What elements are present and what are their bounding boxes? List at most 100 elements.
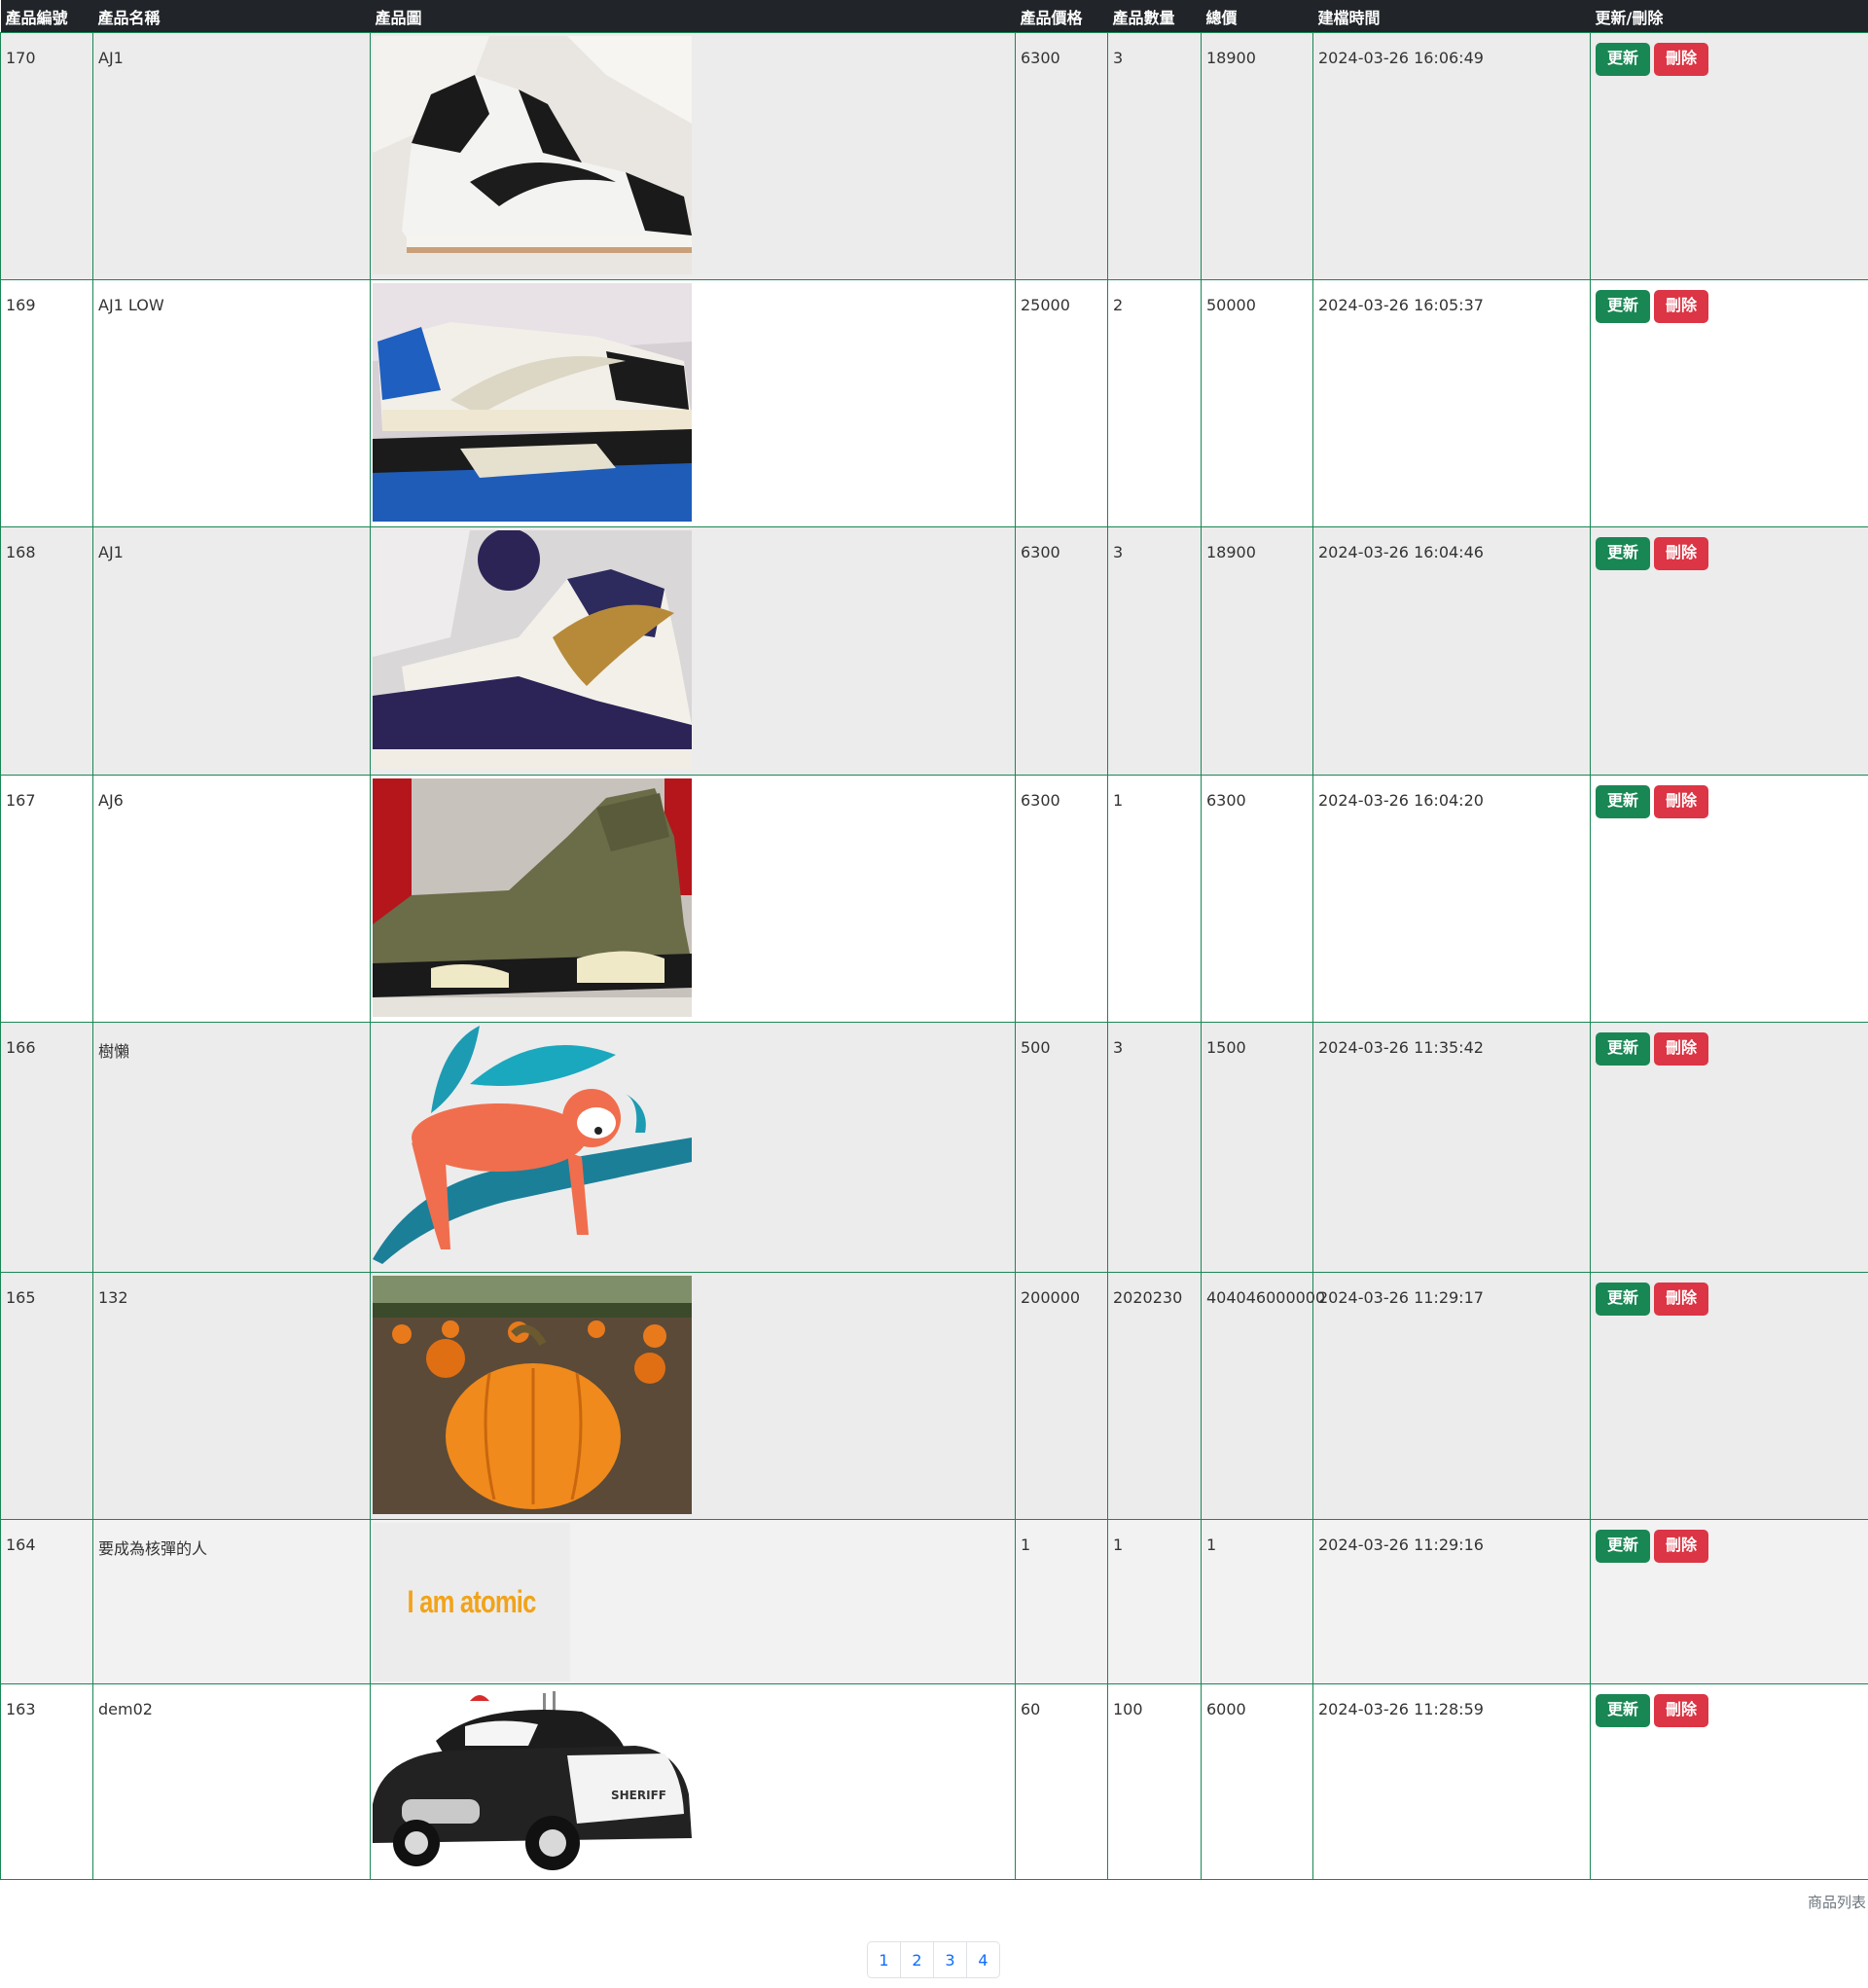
sneaker-olive-image — [373, 778, 692, 1017]
cell-price: 25000 — [1015, 279, 1108, 527]
table-row: 165 132 200000 2020230 404046000000 2024… — [0, 1272, 1868, 1520]
cell-id: 164 — [0, 1519, 93, 1684]
header-total: 總價 — [1201, 0, 1313, 33]
page-link-3[interactable]: 3 — [933, 1941, 967, 1978]
cell-id: 168 — [0, 526, 93, 776]
cell-id: 170 — [0, 32, 93, 280]
update-button[interactable]: 更新 — [1596, 1694, 1651, 1727]
cell-name: 要成為核彈的人 — [92, 1519, 371, 1684]
cell-actions: 更新 刪除 — [1590, 526, 1868, 776]
cell-image — [370, 32, 1016, 280]
header-price: 產品價格 — [1015, 0, 1108, 33]
header-image: 產品圖 — [370, 0, 1016, 33]
cell-qty: 1 — [1107, 1519, 1202, 1684]
cell-created: 2024-03-26 16:04:46 — [1312, 526, 1591, 776]
cell-qty: 1 — [1107, 775, 1202, 1023]
update-button[interactable]: 更新 — [1596, 1032, 1651, 1066]
cell-actions: 更新 刪除 — [1590, 32, 1868, 280]
header-id: 產品編號 — [0, 0, 93, 33]
cell-image — [370, 775, 1016, 1023]
cell-actions: 更新 刪除 — [1590, 775, 1868, 1023]
delete-button[interactable]: 刪除 — [1654, 1694, 1709, 1727]
cell-name: 樹懶 — [92, 1022, 371, 1273]
cell-qty: 3 — [1107, 32, 1202, 280]
cell-image — [370, 1272, 1016, 1520]
cell-price: 500 — [1015, 1022, 1108, 1273]
i-am-atomic-image: I am atomic — [373, 1523, 570, 1681]
header-actions: 更新/刪除 — [1590, 0, 1868, 33]
cell-id: 169 — [0, 279, 93, 527]
header-qty: 產品數量 — [1107, 0, 1202, 33]
cell-price: 1 — [1015, 1519, 1108, 1684]
cell-total: 1500 — [1201, 1022, 1313, 1273]
table-row: 170 AJ1 6300 3 18900 2024-03-26 16:06:49… — [0, 32, 1868, 280]
pagination: 1 2 3 4 — [0, 1941, 1868, 1978]
delete-button[interactable]: 刪除 — [1654, 43, 1709, 76]
header-name: 產品名稱 — [92, 0, 371, 33]
table-row: 167 AJ6 6300 1 6300 2024-03-26 16:04:20 … — [0, 775, 1868, 1023]
cell-actions: 更新 刪除 — [1590, 1272, 1868, 1520]
cell-qty: 3 — [1107, 526, 1202, 776]
sheriff-label: SHERIFF — [611, 1789, 666, 1802]
delete-button[interactable]: 刪除 — [1654, 537, 1709, 570]
cell-total: 50000 — [1201, 279, 1313, 527]
cell-image — [370, 279, 1016, 527]
cell-created: 2024-03-26 16:05:37 — [1312, 279, 1591, 527]
cell-created: 2024-03-26 11:35:42 — [1312, 1022, 1591, 1273]
cell-qty: 2020230 — [1107, 1272, 1202, 1520]
update-button[interactable]: 更新 — [1596, 785, 1651, 818]
cell-total: 6300 — [1201, 775, 1313, 1023]
delete-button[interactable]: 刪除 — [1654, 1530, 1709, 1563]
cell-total: 18900 — [1201, 526, 1313, 776]
cell-image — [370, 526, 1016, 776]
cell-total: 18900 — [1201, 32, 1313, 280]
table-row: 168 AJ1 6300 3 18900 2024-03-26 16:04:46… — [0, 526, 1868, 776]
table-row: 166 樹懶 500 3 1500 2024-03-26 11:35:42 更新… — [0, 1022, 1868, 1273]
delete-button[interactable]: 刪除 — [1654, 785, 1709, 818]
cell-created: 2024-03-26 16:04:20 — [1312, 775, 1591, 1023]
update-button[interactable]: 更新 — [1596, 537, 1651, 570]
delete-button[interactable]: 刪除 — [1654, 1283, 1709, 1316]
header-created: 建檔時間 — [1312, 0, 1591, 33]
update-button[interactable]: 更新 — [1596, 1283, 1651, 1316]
cell-qty: 3 — [1107, 1022, 1202, 1273]
update-button[interactable]: 更新 — [1596, 1530, 1651, 1563]
cell-id: 163 — [0, 1683, 93, 1880]
cell-name: 132 — [92, 1272, 371, 1520]
cell-total: 1 — [1201, 1519, 1313, 1684]
sneaker-low-blue-image — [373, 283, 692, 522]
cell-actions: 更新 刪除 — [1590, 279, 1868, 527]
pumpkin-field-image — [373, 1276, 692, 1514]
cell-total: 6000 — [1201, 1683, 1313, 1880]
cell-id: 167 — [0, 775, 93, 1023]
cell-actions: 更新 刪除 — [1590, 1022, 1868, 1273]
cell-name: AJ6 — [92, 775, 371, 1023]
cell-actions: 更新 刪除 — [1590, 1683, 1868, 1880]
i-am-atomic-text: I am atomic — [407, 1584, 536, 1619]
delete-button[interactable]: 刪除 — [1654, 290, 1709, 323]
cell-name: dem02 — [92, 1683, 371, 1880]
page-link-4[interactable]: 4 — [966, 1941, 1000, 1978]
cell-id: 166 — [0, 1022, 93, 1273]
cell-created: 2024-03-26 11:29:17 — [1312, 1272, 1591, 1520]
cell-price: 6300 — [1015, 32, 1108, 280]
cell-actions: 更新 刪除 — [1590, 1519, 1868, 1684]
delete-button[interactable]: 刪除 — [1654, 1032, 1709, 1066]
cell-created: 2024-03-26 11:29:16 — [1312, 1519, 1591, 1684]
cell-created: 2024-03-26 16:06:49 — [1312, 32, 1591, 280]
table-caption: 商品列表 — [1807, 1894, 1866, 1911]
cell-price: 6300 — [1015, 775, 1108, 1023]
cell-total: 404046000000 — [1201, 1272, 1325, 1520]
table-row: 169 AJ1 LOW 25000 2 50000 2024-03-26 16:… — [0, 279, 1868, 527]
table-header-row: 產品編號 產品名稱 產品圖 產品價格 產品數量 總價 建檔時間 更新/刪除 — [0, 0, 1868, 33]
cell-qty: 2 — [1107, 279, 1202, 527]
products-table: 產品編號 產品名稱 產品圖 產品價格 產品數量 總價 建檔時間 更新/刪除 17… — [0, 0, 1868, 1880]
cell-image: SHERIFF — [370, 1683, 1016, 1880]
sheriff-car-image: SHERIFF — [373, 1687, 692, 1877]
cell-name: AJ1 — [92, 32, 371, 280]
page-link-1[interactable]: 1 — [867, 1941, 901, 1978]
table-row: 163 dem02 SHERIFF 60 100 6000 2024-03-26… — [0, 1683, 1868, 1880]
update-button[interactable]: 更新 — [1596, 43, 1651, 76]
update-button[interactable]: 更新 — [1596, 290, 1651, 323]
page-link-2[interactable]: 2 — [900, 1941, 934, 1978]
